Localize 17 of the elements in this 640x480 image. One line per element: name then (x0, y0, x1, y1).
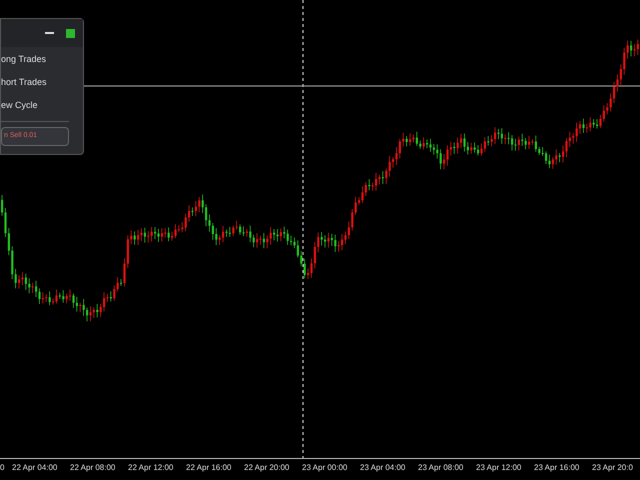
time-axis-label: 22 Apr 16:00 (186, 462, 232, 474)
time-axis-label: 22 Apr 12:00 (128, 462, 174, 474)
minimize-icon[interactable] (45, 32, 54, 34)
time-axis-label: 23 Apr 08:00 (418, 462, 464, 474)
time-axis-label: 22 Apr 20:00 (244, 462, 290, 474)
time-axis-label: 23 Apr 04:00 (360, 462, 406, 474)
time-axis-label: 23 Apr 00:00 (302, 462, 348, 474)
panel-option-label[interactable]: ew Cycle (1, 98, 83, 112)
time-axis-label: 23 Apr 12:00 (476, 462, 522, 474)
status-square-icon (66, 28, 75, 38)
time-axis-label: 23 Apr 20:0 (592, 462, 634, 474)
panel-option-label[interactable]: hort Trades (1, 75, 83, 89)
time-axis-label: 22 Apr 04:00 (12, 462, 58, 474)
time-axis-label: 22 Apr 08:00 (70, 462, 116, 474)
panel-option-label[interactable]: ong Trades (1, 52, 83, 66)
time-axis-label: 0 (0, 462, 6, 474)
time-axis-label: 23 Apr 16:00 (534, 462, 580, 474)
